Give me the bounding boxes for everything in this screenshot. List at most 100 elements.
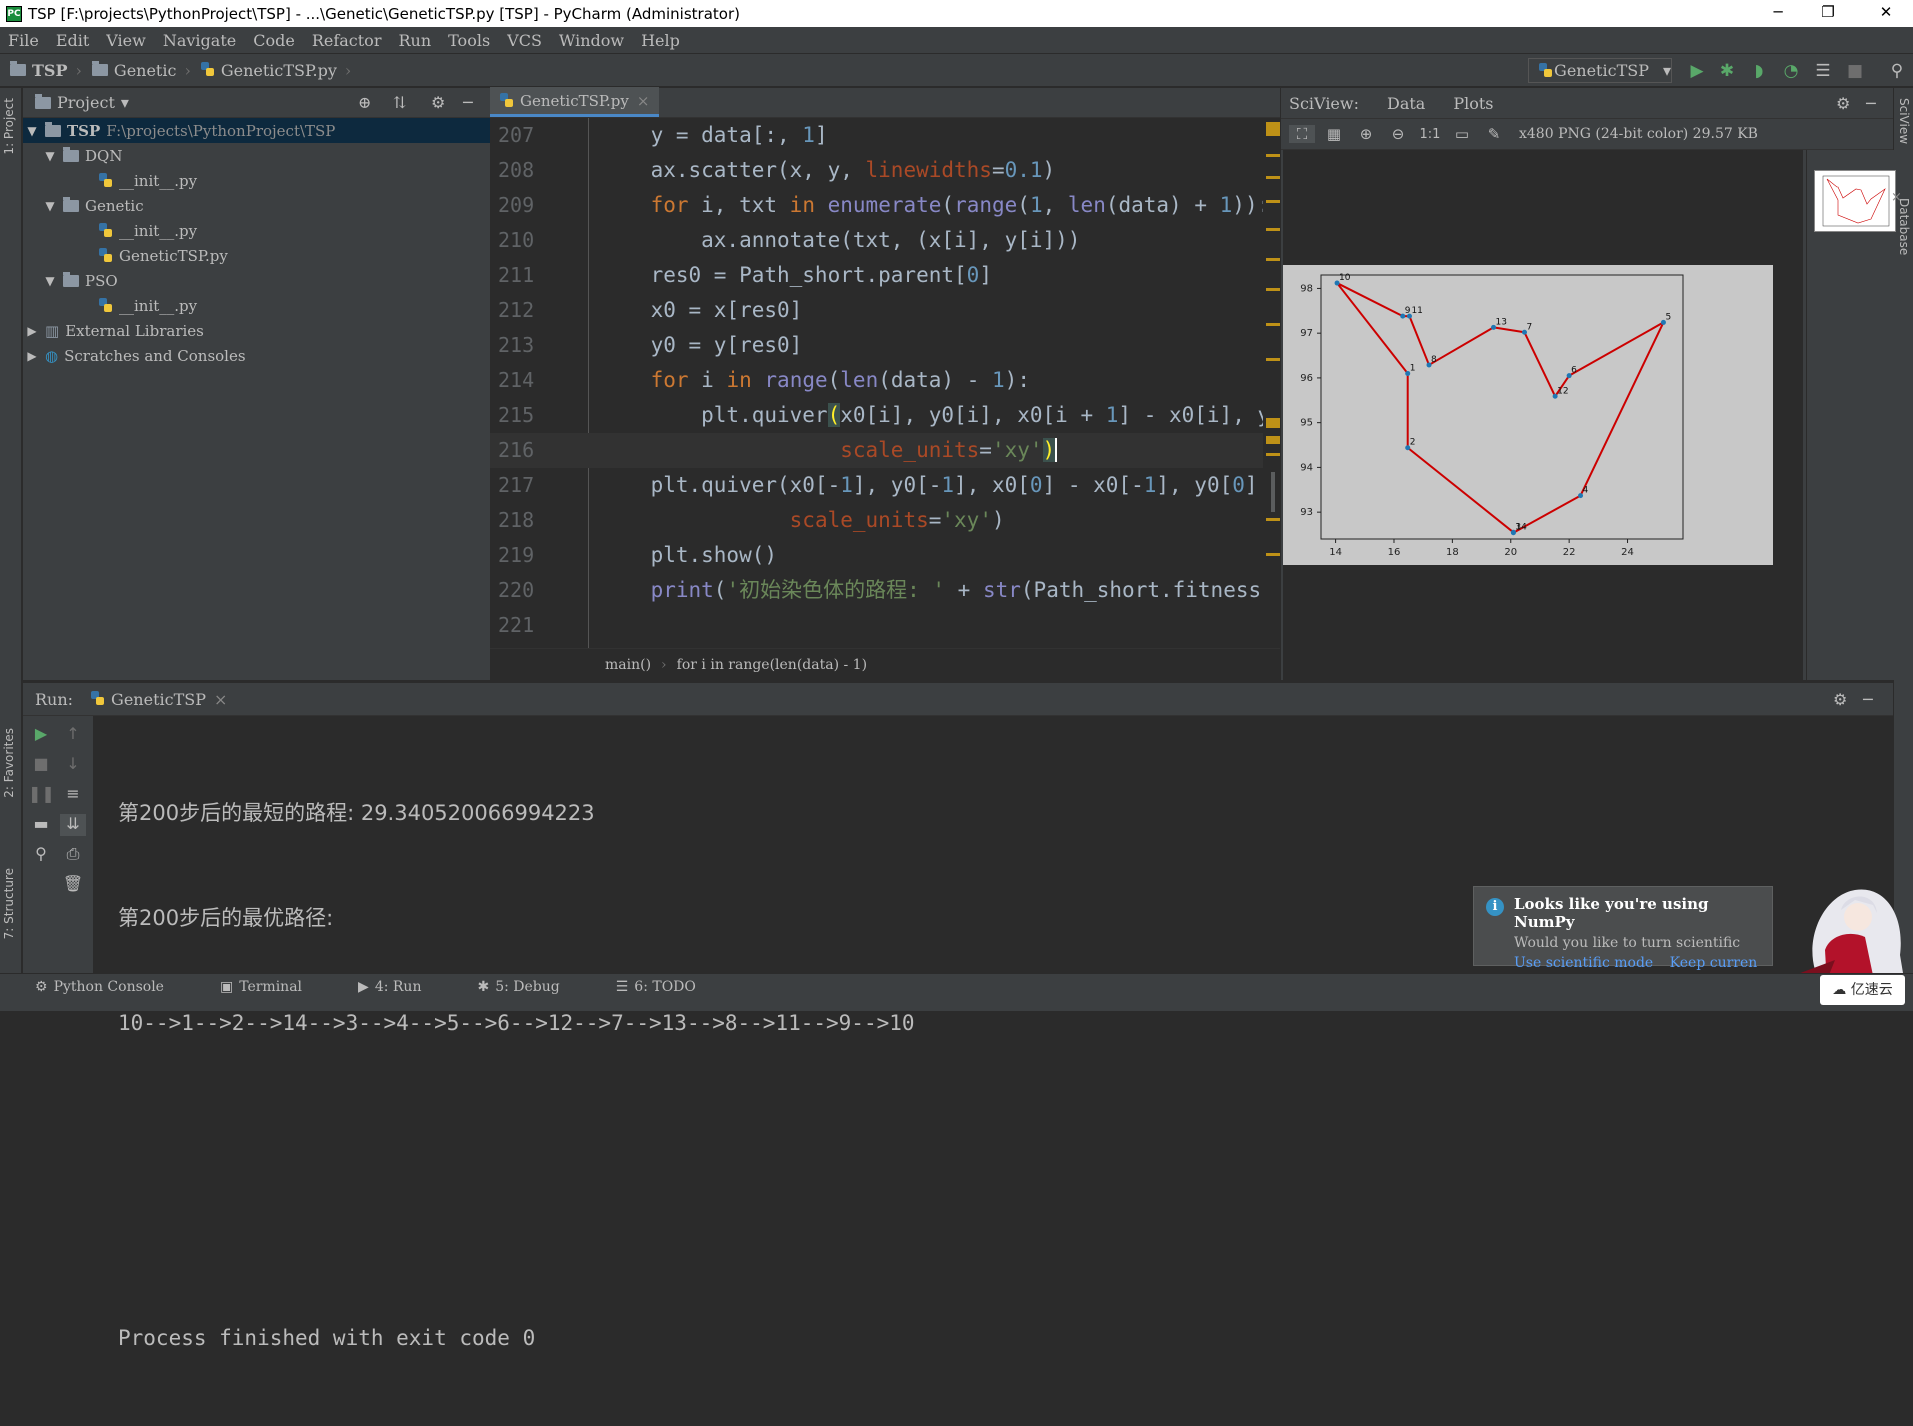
breadcrumb-tsp[interactable]: TSP › [10, 61, 82, 80]
plot-thumbnail[interactable] [1814, 170, 1896, 232]
warning-mark[interactable] [1266, 436, 1280, 444]
sciview-tab-data[interactable]: Data [1387, 94, 1425, 113]
expand-arrow-icon[interactable]: ▶ [25, 349, 39, 363]
menu-file[interactable]: File [0, 31, 48, 50]
debug-tool-tab[interactable]: ✱ 5: Debug [477, 979, 587, 995]
todo-tool-tab[interactable]: ☰ 6: TODO [616, 979, 724, 995]
pause-icon[interactable]: ❚❚ [28, 784, 55, 806]
warning-mark[interactable] [1266, 453, 1280, 456]
warning-mark[interactable] [1266, 518, 1280, 521]
coverage-icon[interactable]: ◗ [1750, 62, 1768, 80]
warning-mark[interactable] [1266, 358, 1280, 361]
tool-sciview-toggle[interactable]: SciView [1897, 98, 1911, 144]
warning-mark[interactable] [1266, 200, 1280, 203]
expand-arrow-icon[interactable]: ▼ [43, 149, 57, 163]
menu-edit[interactable]: Edit [48, 31, 98, 50]
code-area[interactable]: 207 y = data[:, 1] 208 ax.scatter(x, y, … [490, 118, 1280, 648]
tree-node-pso-init[interactable]: __init__.py [23, 293, 490, 318]
debug-icon[interactable]: ✱ [1718, 62, 1736, 80]
tree-node-genetic-init[interactable]: __init__.py [23, 218, 490, 243]
tool-structure-toggle[interactable]: 7: Structure [2, 868, 16, 939]
warning-mark[interactable] [1266, 176, 1280, 179]
stop-icon[interactable]: ■ [28, 754, 54, 776]
fit-icon[interactable]: ⛶ [1289, 125, 1315, 143]
menu-vcs[interactable]: VCS [499, 31, 551, 50]
zoom-in-icon[interactable]: ⊕ [1353, 125, 1379, 143]
breadcrumb-file[interactable]: GeneticTSP.py › [200, 61, 351, 80]
editor-error-stripe[interactable] [1263, 118, 1280, 648]
down-arrow-icon[interactable]: ↓ [60, 754, 86, 776]
actual-size-icon[interactable]: 1:1 [1417, 127, 1443, 142]
warning-mark[interactable] [1266, 154, 1280, 157]
menu-view[interactable]: View [98, 31, 155, 50]
tree-node-external-libraries[interactable]: ▶ ▥ External Libraries [23, 318, 490, 343]
close-icon[interactable]: × [214, 690, 227, 709]
menu-navigate[interactable]: Navigate [155, 31, 245, 50]
chevron-down-icon[interactable]: ▾ [121, 93, 129, 112]
concurrency-icon[interactable]: ☰ [1814, 62, 1832, 80]
hide-icon[interactable]: ─ [1863, 690, 1873, 709]
grid-icon[interactable]: ▦ [1321, 125, 1347, 143]
menu-tools[interactable]: Tools [440, 31, 499, 50]
tree-node-dqn[interactable]: ▼ DQN [23, 143, 490, 168]
minimize-button[interactable]: ─ [1755, 0, 1801, 27]
use-scientific-mode-link[interactable]: Use scientific mode [1514, 955, 1653, 971]
warning-mark[interactable] [1266, 418, 1280, 428]
close-icon[interactable]: × [1891, 190, 1902, 205]
soft-wrap-icon[interactable]: ≡ [60, 784, 86, 806]
warning-mark[interactable] [1266, 553, 1280, 556]
locate-icon[interactable]: ⊕ [358, 93, 371, 112]
warning-mark[interactable] [1266, 258, 1280, 261]
rerun-icon[interactable]: ▶ [28, 724, 54, 746]
project-panel-title[interactable]: Project [57, 93, 115, 112]
tool-database-toggle[interactable]: Database [1897, 198, 1911, 255]
tree-node-genetictsp[interactable]: GeneticTSP.py [23, 243, 490, 268]
collapse-all-icon[interactable]: ⇅ [393, 93, 406, 112]
zoom-out-icon[interactable]: ⊖ [1385, 125, 1411, 143]
tree-node-dqn-init[interactable]: __init__.py [23, 168, 490, 193]
scroll-to-end-icon[interactable]: ⇊ [60, 814, 86, 836]
profile-icon[interactable]: ◔ [1782, 62, 1800, 80]
expand-arrow-icon[interactable]: ▼ [25, 124, 39, 138]
run-icon[interactable]: ▶ [1688, 62, 1706, 80]
gear-icon[interactable]: ⚙ [1833, 690, 1847, 709]
restore-button[interactable]: ❐ [1805, 0, 1851, 27]
tree-node-pso[interactable]: ▼ PSO [23, 268, 490, 293]
restore-layout-icon[interactable]: ▬ [28, 814, 54, 836]
warning-mark[interactable] [1266, 323, 1280, 326]
expand-arrow-icon[interactable]: ▶ [25, 324, 39, 338]
menu-refactor[interactable]: Refactor [304, 31, 391, 50]
terminal-tab[interactable]: ▣ Terminal [220, 979, 330, 995]
tree-node-genetic[interactable]: ▼ Genetic [23, 193, 490, 218]
search-icon[interactable]: ⚲ [1888, 62, 1906, 80]
run-configuration-select[interactable]: GeneticTSP ▾ [1528, 58, 1672, 83]
console-output[interactable]: 第200步后的最短的路程: 29.340520066994223 第200步后的… [118, 726, 915, 1426]
expand-arrow-icon[interactable]: ▼ [43, 199, 57, 213]
gear-icon[interactable]: ⚙ [1836, 94, 1850, 113]
close-window-button[interactable]: ✕ [1863, 0, 1909, 27]
breadcrumb-genetic[interactable]: Genetic › [91, 61, 191, 80]
warning-mark[interactable] [1266, 122, 1280, 136]
menu-code[interactable]: Code [245, 31, 304, 50]
run-tool-tab[interactable]: ▶ 4: Run [358, 979, 449, 995]
gear-icon[interactable]: ⚙ [431, 93, 445, 112]
close-icon[interactable]: × [637, 92, 650, 110]
expand-arrow-icon[interactable]: ▼ [43, 274, 57, 288]
tree-node-tsp[interactable]: ▼ TSP F:\projects\PythonProject\TSP [23, 118, 490, 143]
up-arrow-icon[interactable]: ↑ [60, 724, 86, 746]
editor-tab-genetictsp[interactable]: GeneticTSP.py × [490, 87, 660, 117]
print-icon[interactable]: ⎙ [60, 844, 86, 866]
hide-icon[interactable]: ─ [463, 93, 473, 112]
pin-icon[interactable]: ⚲ [28, 844, 54, 866]
keep-current-link[interactable]: Keep curren [1670, 955, 1758, 971]
menu-run[interactable]: Run [390, 31, 440, 50]
editor-breadcrumb-function[interactable]: main() [605, 657, 651, 673]
editor-breadcrumb-loop[interactable]: for i in range(len(data) - 1) [677, 657, 867, 673]
tool-favorites-toggle[interactable]: 2: Favorites [2, 728, 16, 798]
warning-mark[interactable] [1266, 288, 1280, 291]
warning-mark[interactable] [1266, 228, 1280, 231]
chessboard-icon[interactable]: ▭ [1449, 125, 1475, 143]
plot-viewer[interactable]: 14 16 18 20 22 24 93 94 95 96 97 98 1 2 3 4 5 6 7 8 9 10 11 12 1… [1283, 150, 1803, 680]
trash-icon[interactable]: 🗑 [60, 874, 86, 896]
editor-scroll-thumb[interactable] [1271, 472, 1275, 512]
